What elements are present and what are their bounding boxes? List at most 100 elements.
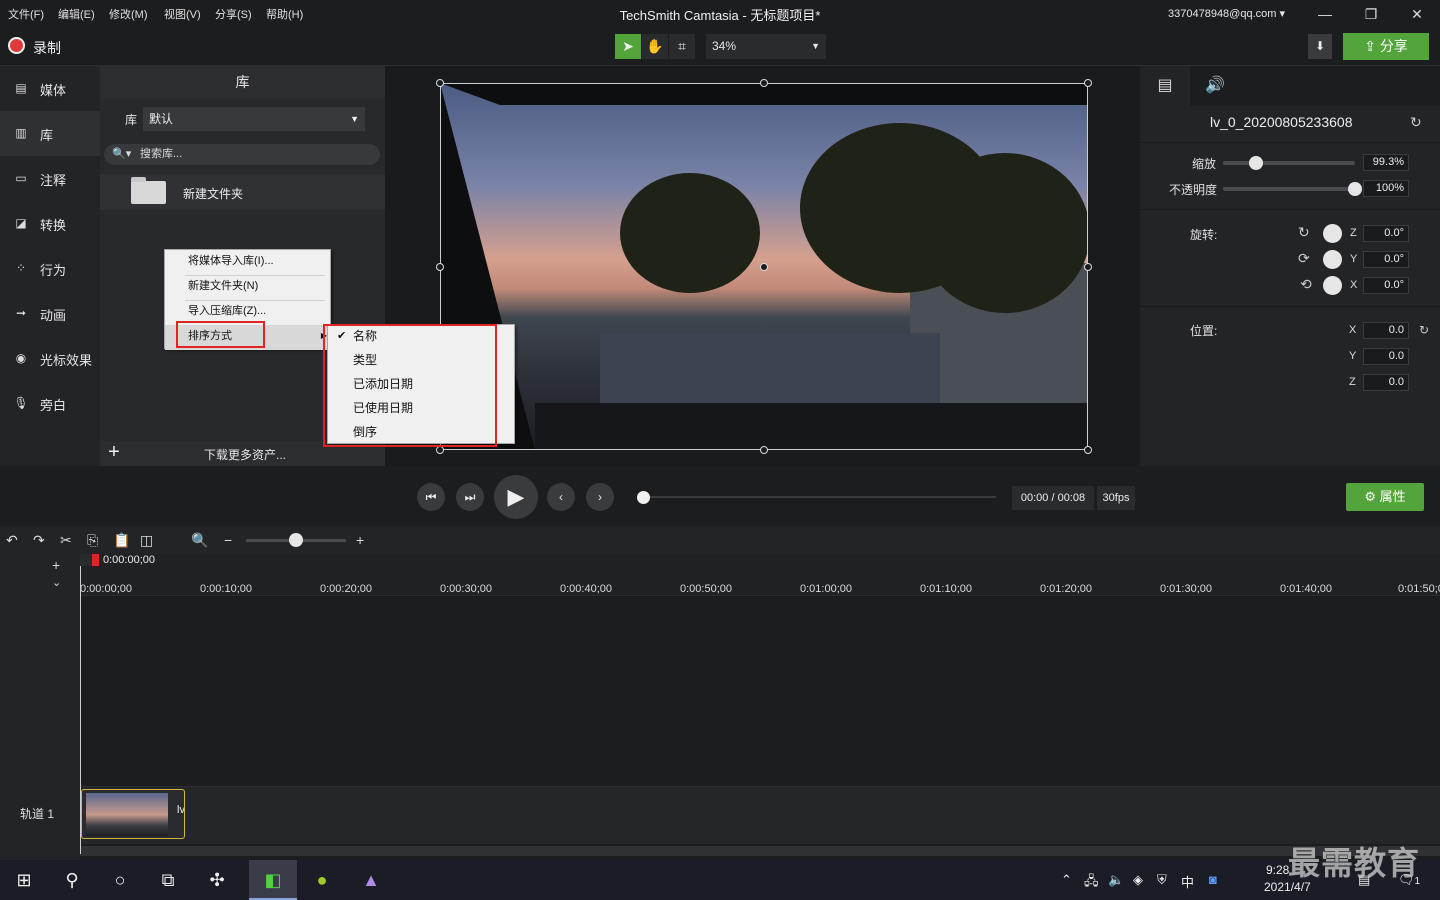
properties-button[interactable]: ⚙ 属性 xyxy=(1346,483,1424,511)
menu-file[interactable]: 文件(F) xyxy=(8,6,44,22)
copy-icon[interactable]: ⎘ xyxy=(87,532,98,549)
nav-item-library[interactable]: ▥ 库 xyxy=(0,111,100,156)
menu-edit[interactable]: 编辑(E) xyxy=(58,6,95,22)
cut-icon[interactable]: ✂ xyxy=(60,532,72,549)
reset-icon[interactable]: ↻ xyxy=(1410,114,1422,131)
pinwheel-app-icon[interactable]: ✣ xyxy=(193,860,241,900)
nav-item-behavior[interactable]: ⁘ 行为 xyxy=(0,246,100,291)
menu-view[interactable]: 视图(V) xyxy=(164,6,201,22)
nav-item-cursor-effect[interactable]: ◉ 光标效果 xyxy=(0,336,100,381)
visual-properties-tab-icon[interactable]: ▤ xyxy=(1140,66,1190,106)
task-view-icon[interactable]: ⧉ xyxy=(144,860,192,900)
add-icon[interactable]: + xyxy=(104,442,124,463)
scrub-bar[interactable] xyxy=(640,496,996,498)
chevron-up-icon[interactable]: ⌃ xyxy=(1061,872,1072,888)
nav-item-voice-narration[interactable]: 🎙 旁白 xyxy=(0,381,100,426)
previous-icon[interactable]: ‹ xyxy=(547,483,575,511)
crop-tool-icon[interactable]: ⌗ xyxy=(669,34,695,59)
record-button[interactable]: 录制 xyxy=(33,38,61,58)
select-tool-icon[interactable]: ➤ xyxy=(615,34,641,59)
scrub-knob[interactable] xyxy=(637,491,650,504)
resize-handle[interactable] xyxy=(1084,446,1092,454)
zoom-select[interactable]: 34% ▼ xyxy=(706,34,826,59)
share-button[interactable]: ⇪ 分享 xyxy=(1343,33,1429,60)
network-icon[interactable]: 🖧 xyxy=(1084,872,1099,894)
chevron-down-icon[interactable]: ⌄ xyxy=(52,576,61,589)
play-icon[interactable]: ▶ xyxy=(494,475,538,519)
center-handle[interactable] xyxy=(760,263,768,271)
timeline-zoom-knob[interactable] xyxy=(289,533,303,547)
library-search-input[interactable]: 🔍▾ 搜索库... xyxy=(104,144,380,165)
resize-handle[interactable] xyxy=(1084,79,1092,87)
melon-app-icon[interactable]: ● xyxy=(298,860,346,900)
opacity-value[interactable]: 100% xyxy=(1363,180,1409,197)
position-y-value[interactable]: 0.0 xyxy=(1363,348,1409,365)
split-icon[interactable]: ◫ xyxy=(140,532,153,549)
zoom-in-icon[interactable]: + xyxy=(356,532,364,548)
menu-modify[interactable]: 修改(M) xyxy=(109,6,148,22)
clock-time[interactable]: 9:28 xyxy=(1266,863,1289,877)
resize-handle[interactable] xyxy=(1084,263,1092,271)
rotation-x-value[interactable]: 0.0° xyxy=(1363,277,1409,294)
restore-button[interactable]: ❐ xyxy=(1351,2,1391,26)
resize-handle[interactable] xyxy=(436,446,444,454)
add-track-icon[interactable]: + xyxy=(52,557,60,573)
position-z-value[interactable]: 0.0 xyxy=(1363,374,1409,391)
step-forward-icon[interactable]: ⏭ xyxy=(456,483,484,511)
menu-item-import-media[interactable]: 将媒体导入库(I)... xyxy=(165,250,330,275)
nvidia-icon[interactable]: ◈ xyxy=(1133,872,1143,888)
library-folder-item[interactable]: 新建文件夹 xyxy=(100,174,385,210)
reset-icon[interactable]: ↻ xyxy=(1419,323,1429,337)
rotation-z-value[interactable]: 0.0° xyxy=(1363,225,1409,242)
resize-handle[interactable] xyxy=(436,263,444,271)
zoom-icon[interactable]: 🔍 xyxy=(191,532,208,549)
playhead-line[interactable] xyxy=(80,554,81,854)
redo-icon[interactable]: ↷ xyxy=(33,532,45,549)
menu-item-new-folder[interactable]: 新建文件夹(N) xyxy=(165,275,330,300)
next-icon[interactable]: › xyxy=(586,483,614,511)
scale-slider[interactable] xyxy=(1223,161,1355,165)
nav-item-animation[interactable]: ➞ 动画 xyxy=(0,291,100,336)
ime-indicator[interactable]: 中 xyxy=(1181,872,1194,891)
minimize-button[interactable]: — xyxy=(1305,2,1345,26)
qq-icon[interactable]: ◙ xyxy=(1209,872,1217,887)
cortana-icon[interactable]: ○ xyxy=(96,860,144,900)
resize-handle[interactable] xyxy=(760,79,768,87)
resize-handle[interactable] xyxy=(436,79,444,87)
pan-tool-icon[interactable]: ✋ xyxy=(642,34,668,59)
scale-value[interactable]: 99.3% xyxy=(1363,154,1409,171)
track-row[interactable] xyxy=(80,786,1440,844)
volume-icon[interactable]: 🔈 xyxy=(1108,872,1124,888)
timeline-scrollbar[interactable] xyxy=(80,846,1440,856)
audio-properties-tab-icon[interactable]: 🔊 xyxy=(1190,66,1240,106)
download-more-assets-link[interactable]: 下载更多资产... xyxy=(204,446,286,463)
download-icon[interactable]: ⬇ xyxy=(1308,34,1332,59)
playhead-marker[interactable] xyxy=(92,554,99,566)
mountain-app-icon[interactable]: ▲ xyxy=(347,860,395,900)
start-icon[interactable]: ⊞ xyxy=(0,860,48,900)
step-back-icon[interactable]: ⏮ xyxy=(417,483,445,511)
camtasia-app-icon[interactable]: ◧ xyxy=(249,860,297,900)
account-menu[interactable]: 3370478948@qq.com ▾ xyxy=(1168,7,1285,20)
resize-handle[interactable] xyxy=(760,446,768,454)
zoom-out-icon[interactable]: − xyxy=(224,532,232,548)
rotation-y-value[interactable]: 0.0° xyxy=(1363,251,1409,268)
nav-item-annotation[interactable]: ▭ 注释 xyxy=(0,156,100,201)
timeline-ruler[interactable]: 0:00:00;00 0:00:10;00 0:00:20;00 0:00:30… xyxy=(80,554,1440,596)
menu-help[interactable]: 帮助(H) xyxy=(266,6,303,22)
nav-item-transition[interactable]: ◪ 转换 xyxy=(0,201,100,246)
rotation-y-dial[interactable] xyxy=(1323,250,1342,269)
close-button[interactable]: ✕ xyxy=(1397,2,1437,26)
undo-icon[interactable]: ↶ xyxy=(6,532,18,549)
position-x-value[interactable]: 0.0 xyxy=(1363,322,1409,339)
menu-share[interactable]: 分享(S) xyxy=(215,6,252,22)
timeline-clip[interactable]: lv xyxy=(81,789,185,839)
nav-item-media[interactable]: ▤ 媒体 xyxy=(0,66,100,111)
search-icon[interactable]: ⚲ xyxy=(48,860,96,900)
library-select[interactable]: 默认 ▼ xyxy=(143,107,365,131)
scale-slider-knob[interactable] xyxy=(1249,156,1263,170)
rotation-z-dial[interactable] xyxy=(1323,224,1342,243)
security-icon[interactable]: ⛨ xyxy=(1157,872,1167,888)
opacity-slider-knob[interactable] xyxy=(1348,182,1362,196)
paste-icon[interactable]: 📋 xyxy=(113,532,130,549)
